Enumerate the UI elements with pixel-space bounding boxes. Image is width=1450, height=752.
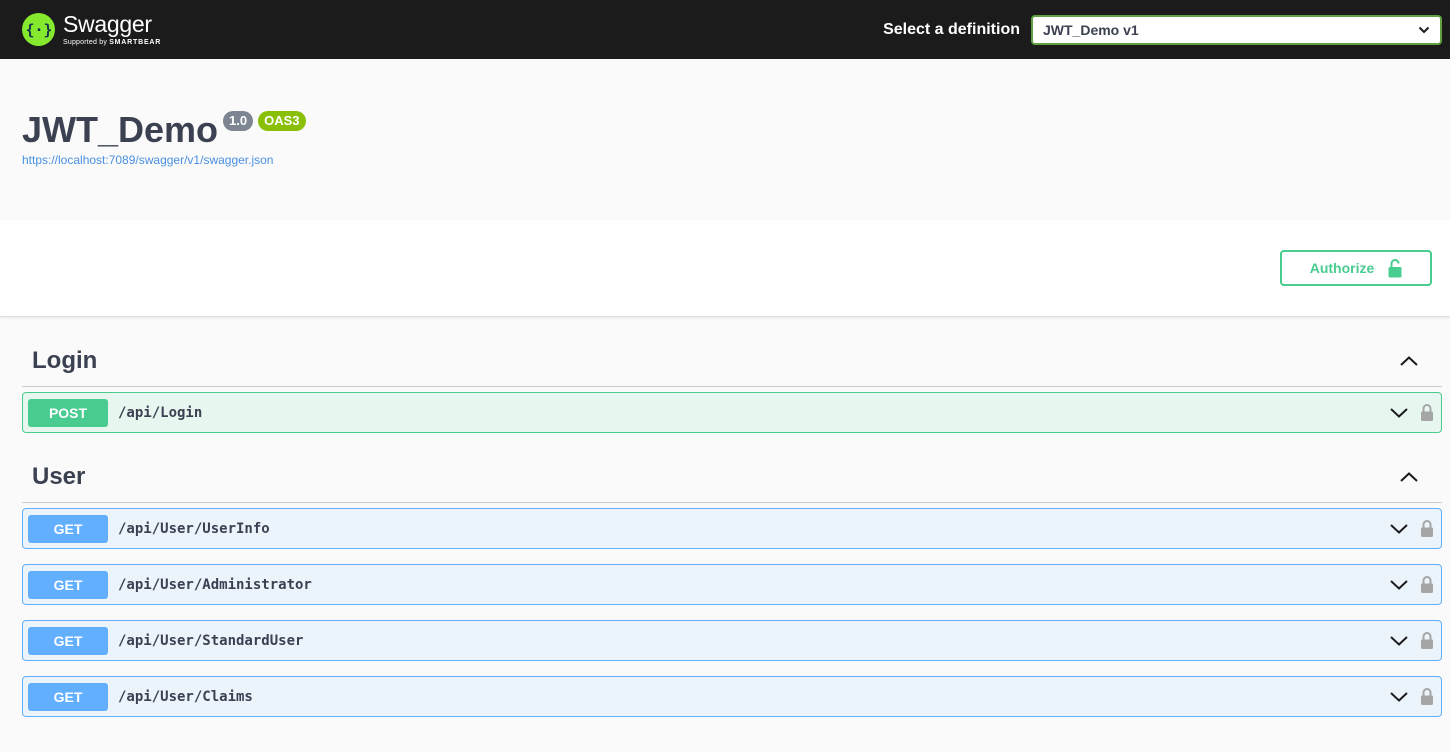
padlock-icon[interactable] [1420, 575, 1434, 594]
chevron-down-icon[interactable] [1390, 579, 1408, 590]
authorize-button[interactable]: Authorize [1280, 250, 1432, 286]
operation-row[interactable]: GET/api/User/UserInfo [22, 508, 1442, 549]
authorize-label: Authorize [1309, 260, 1375, 276]
http-method-badge: GET [28, 682, 108, 711]
chevron-down-icon [1418, 26, 1430, 34]
chevron-down-icon[interactable] [1390, 635, 1408, 646]
padlock-icon[interactable] [1420, 687, 1434, 706]
chevron-down-icon[interactable] [1390, 407, 1408, 418]
operation-row[interactable]: GET/api/User/Administrator [22, 564, 1442, 605]
endpoint-path: /api/User/Claims [118, 688, 253, 705]
swagger-braces-icon: {·} [22, 13, 55, 46]
api-title: JWT_Demo [22, 109, 219, 150]
tag-name: User [32, 462, 86, 490]
endpoint-path: /api/User/Administrator [118, 576, 312, 593]
chevron-up-icon[interactable] [1400, 471, 1418, 482]
operation-row[interactable]: GET/api/User/StandardUser [22, 620, 1442, 661]
swagger-logo[interactable]: {·} Swagger Supported by SMARTBEAR [22, 12, 161, 47]
http-method-badge: POST [28, 398, 108, 427]
top-bar: {·} Swagger Supported by SMARTBEAR Selec… [0, 0, 1450, 59]
logo-name: Swagger [63, 11, 152, 37]
tag-section-login[interactable]: Login [22, 317, 1442, 387]
operation-row[interactable]: POST/api/Login [22, 392, 1442, 433]
chevron-down-icon[interactable] [1390, 691, 1408, 702]
http-method-badge: GET [28, 626, 108, 655]
oas-badge: OAS3 [258, 111, 306, 131]
definition-selected-value: JWT_Demo v1 [1043, 21, 1139, 38]
scheme-container: Authorize [0, 220, 1450, 317]
unlocked-padlock-icon [1388, 258, 1402, 278]
endpoint-path: /api/Login [118, 404, 203, 421]
padlock-icon[interactable] [1420, 631, 1434, 650]
spec-url-link[interactable]: https://localhost:7089/swagger/v1/swagge… [22, 153, 273, 167]
logo-subtitle: Supported by SMARTBEAR [63, 39, 162, 46]
operation-row[interactable]: GET/api/User/Claims [22, 676, 1442, 717]
chevron-up-icon[interactable] [1400, 355, 1418, 366]
http-method-badge: GET [28, 570, 108, 599]
http-method-badge: GET [28, 514, 108, 543]
tag-name: Login [32, 346, 98, 374]
padlock-icon[interactable] [1420, 519, 1434, 538]
padlock-icon[interactable] [1420, 403, 1434, 422]
operation-group: POST/api/Login [22, 392, 1442, 433]
tag-section-user[interactable]: User [22, 433, 1442, 503]
definition-select[interactable]: JWT_Demo v1 [1031, 14, 1442, 45]
endpoint-path: /api/User/StandardUser [118, 632, 304, 649]
chevron-down-icon[interactable] [1390, 523, 1408, 534]
operations-list: Login POST/api/Login User GET/api/User/User… [0, 317, 1450, 717]
api-info: JWT_Demo 1.0 OAS3 https://localhost:7089… [0, 59, 1450, 220]
definition-label: Select a definition [883, 20, 1020, 38]
operation-group: GET/api/User/UserInfo GET/api/User/Admini… [22, 508, 1442, 717]
endpoint-path: /api/User/UserInfo [118, 520, 270, 537]
version-badge: 1.0 [223, 111, 254, 131]
svg-text:{·}: {·} [27, 21, 51, 39]
